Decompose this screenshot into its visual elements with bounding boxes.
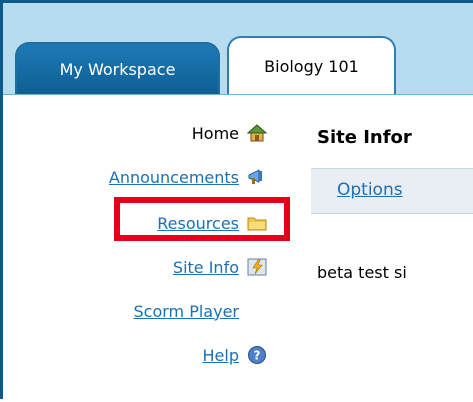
- svg-text:?: ?: [254, 349, 261, 363]
- site-tab-bar: My Workspace Biology 101: [3, 3, 473, 95]
- tab-baseline: [396, 94, 473, 95]
- megaphone-icon: [247, 167, 267, 187]
- site-info-icon: [247, 257, 267, 277]
- portal-frame: My Workspace Biology 101 Home Announceme…: [0, 0, 473, 399]
- home-icon: [247, 123, 267, 143]
- tool-menu-item-home-label: Home: [191, 123, 239, 143]
- tool-menu-item-help-link[interactable]: Help: [203, 346, 239, 365]
- tool-menu: Home Announcements Resources Site Info S…: [3, 95, 293, 402]
- tool-menu-item-help[interactable]: Help: [203, 341, 239, 369]
- tool-menu-item-home[interactable]: Home: [192, 119, 239, 147]
- tool-menu-item-resources-link[interactable]: Resources: [157, 214, 239, 233]
- folder-icon: [247, 213, 267, 233]
- tool-menu-item-scorm-player[interactable]: Scorm Player: [134, 297, 240, 325]
- tab-my-workspace[interactable]: My Workspace: [15, 42, 220, 94]
- main-content: Site Infor Options beta test si: [303, 113, 473, 402]
- page-title: Site Infor: [317, 127, 412, 148]
- content-toolbar: Options: [311, 168, 473, 214]
- tool-menu-item-resources[interactable]: Resources: [157, 209, 239, 237]
- tool-menu-item-announcements-link[interactable]: Announcements: [109, 168, 239, 187]
- tool-menu-item-scorm-player-link[interactable]: Scorm Player: [134, 302, 240, 321]
- tool-menu-item-site-info-link[interactable]: Site Info: [173, 258, 239, 277]
- site-description: beta test si: [317, 263, 407, 282]
- tool-menu-item-site-info[interactable]: Site Info: [173, 253, 239, 281]
- options-link[interactable]: Options: [337, 180, 403, 200]
- tab-biology-101[interactable]: Biology 101: [227, 36, 396, 94]
- tab-my-workspace-label: My Workspace: [59, 59, 176, 79]
- tool-menu-item-announcements[interactable]: Announcements: [109, 163, 239, 191]
- help-icon: ?: [247, 345, 267, 365]
- tab-biology-101-label: Biology 101: [264, 56, 359, 76]
